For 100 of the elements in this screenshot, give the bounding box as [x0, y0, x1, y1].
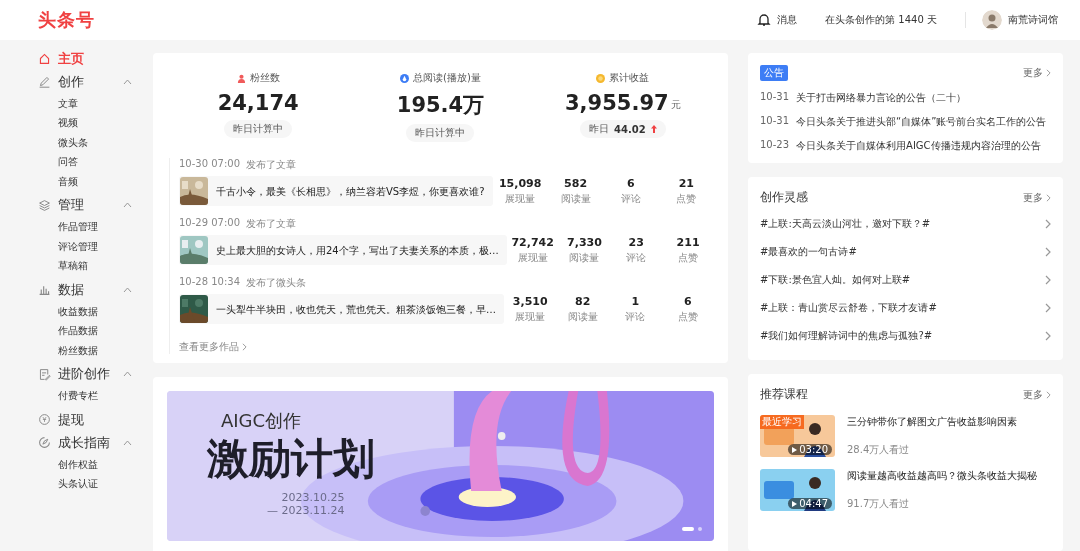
chevron-right-icon [1045, 303, 1051, 313]
notice-date: 10-31 [760, 115, 790, 128]
stat-label: 总阅读(播放)量 [413, 71, 481, 85]
sidebar-subitem[interactable]: 文章 [58, 96, 78, 111]
more-link[interactable]: 更多 [1023, 387, 1043, 402]
sidebar-subitem[interactable]: 收益数据 [58, 304, 98, 319]
metric-label: 评论 [625, 309, 646, 324]
chevron-right-icon [1046, 193, 1051, 202]
metric-label: 点赞 [676, 191, 697, 206]
notice-date: 10-23 [760, 139, 790, 152]
metric-label: 阅读量 [569, 250, 600, 265]
metric-value: 582 [564, 176, 588, 190]
notice-link[interactable]: 关于打击网络暴力言论的公告（二十） [796, 91, 967, 105]
metric-value: 7,330 [567, 235, 602, 249]
chevron-right-icon [242, 343, 247, 351]
more-works-link[interactable]: 查看更多作品 [179, 340, 239, 354]
topic-item[interactable]: #下联:景色宜人灿。如何对上联# [760, 273, 911, 287]
more-link[interactable]: 更多 [1023, 66, 1043, 80]
bell-icon[interactable] [757, 13, 772, 27]
post-action: 发布了文章 [246, 217, 297, 231]
messages-link[interactable]: 消息 [777, 13, 798, 27]
banner-date: 2023.10.25 [281, 491, 345, 504]
caret-up-icon[interactable] [123, 202, 132, 208]
post-action: 发布了文章 [246, 158, 297, 172]
carousel-dot[interactable] [698, 527, 702, 531]
more-link[interactable]: 更多 [1023, 190, 1043, 205]
post-item[interactable]: 千古小令，最美《长相思》，纳兰容若VS李煜，你更喜欢谁? [179, 176, 493, 206]
course-title[interactable]: 三分钟带你了解图文广告收益影响因素 [847, 415, 1017, 429]
sidebar-subitem[interactable]: 草稿箱 [58, 259, 88, 274]
topic-item[interactable]: #我们如何理解诗词中的焦虑与孤独?# [760, 329, 933, 343]
sidebar-item[interactable]: 数据 [38, 279, 150, 300]
topic-item[interactable]: #上联：青山赏尽云舒卷，下联才友请# [760, 301, 937, 315]
metric-value: 72,742 [511, 235, 554, 249]
sidebar-subitem[interactable]: 付费专栏 [58, 389, 98, 404]
sidebar-item[interactable]: 成长指南 [38, 432, 150, 453]
sidebar-item[interactable]: 管理 [38, 194, 150, 216]
recent-badge: 最近学习 [760, 415, 804, 429]
sidebar-subitem[interactable]: 微头条 [58, 135, 88, 150]
metric-value: 6 [683, 294, 692, 308]
caret-up-icon[interactable] [123, 286, 132, 293]
logo[interactable]: 头条号 [38, 8, 95, 32]
sidebar-item[interactable]: 创作 [38, 71, 150, 92]
chevron-right-icon [1046, 390, 1051, 399]
metric-label: 点赞 [678, 250, 699, 265]
caret-up-icon[interactable] [123, 371, 132, 377]
metric-value: 82 [575, 294, 591, 308]
note-text: 昨日 [589, 122, 609, 136]
sidebar-subitem[interactable]: 创作权益 [58, 457, 98, 472]
chevron-right-icon [1045, 331, 1051, 341]
sidebar-item[interactable]: 进阶创作 [38, 363, 150, 385]
avatar[interactable] [982, 10, 1002, 30]
metric-value: 211 [676, 235, 700, 249]
metric-label: 展现量 [515, 309, 546, 324]
username[interactable]: 南荒诗词馆 [1008, 13, 1058, 27]
caret-up-icon[interactable] [123, 78, 132, 85]
notice-link[interactable]: 今日头条关于推进头部“自媒体”账号前台实名工作的公告 [796, 115, 1047, 129]
post-action: 发布了微头条 [246, 276, 307, 290]
post-item[interactable]: 史上最大胆的女诗人，用24个字，写出了夫妻关系的本质，极… [179, 235, 507, 265]
sidebar-subitem[interactable]: 评论管理 [58, 239, 98, 254]
metric-label: 阅读量 [560, 191, 591, 206]
section-title: 创作灵感 [760, 189, 808, 206]
topic-item[interactable]: #最喜欢的一句古诗# [760, 245, 857, 259]
sidebar-subitem[interactable]: 音频 [58, 174, 78, 189]
post-item[interactable]: 一头犁牛半块田，收也凭天，荒也凭天。粗茶淡饭饱三餐，早… [179, 294, 504, 324]
drop-icon [400, 73, 410, 83]
sidebar-subitem[interactable]: 作品数据 [58, 324, 98, 339]
coin-icon [596, 73, 606, 83]
sidebar-subitem[interactable]: 作品管理 [58, 220, 98, 235]
sidebar-subitem[interactable]: 粉丝数据 [58, 343, 98, 358]
banner-date: — 2023.11.24 [267, 504, 345, 517]
sidebar-subitem[interactable]: 问答 [58, 155, 78, 170]
metric-value: 15,098 [498, 176, 542, 190]
topic-item[interactable]: #上联:天高云淡山河壮，邀对下联？# [760, 217, 931, 231]
metric-label: 展现量 [517, 250, 548, 265]
pencil-icon [38, 75, 51, 88]
sidebar-subitem[interactable]: 头条认证 [58, 477, 98, 492]
chevron-right-icon [1046, 69, 1051, 77]
caret-up-icon[interactable] [123, 439, 132, 446]
sidebar-item[interactable]: 提现 [38, 409, 150, 430]
creation-days-text: 在头条创作的第 1440 天 [825, 13, 937, 27]
post-date: 10-29 07:00 [179, 217, 241, 230]
notice-link[interactable]: 今日头条关于自媒体利用AIGC传播违规内容治理的公告 [796, 139, 1041, 153]
banner-title: 激励计划 [207, 433, 375, 486]
chevron-right-icon [1045, 275, 1051, 285]
stat-value: 195.4万 [396, 92, 485, 119]
sidebar-subitem[interactable]: 视频 [58, 116, 78, 131]
stat-label: 粉丝数 [249, 71, 280, 85]
metric-label: 点赞 [677, 309, 698, 324]
metric-label: 评论 [626, 250, 647, 265]
notice-tag: 公告 [760, 65, 788, 81]
video-duration: 04:47 [788, 498, 832, 509]
sidebar-item[interactable]: 主页 [38, 48, 150, 69]
play-icon [792, 500, 798, 507]
metric-value: 3,510 [512, 294, 548, 308]
stat-value: 3,955.97 [565, 91, 669, 115]
course-title[interactable]: 阅读量越高收益越高吗？微头条收益大揭秘 [847, 469, 1037, 483]
metric-value: 6 [627, 176, 635, 190]
coin-icon [38, 413, 51, 426]
note-text: 昨日计算中 [233, 122, 284, 136]
bar-chart-icon [38, 283, 51, 296]
